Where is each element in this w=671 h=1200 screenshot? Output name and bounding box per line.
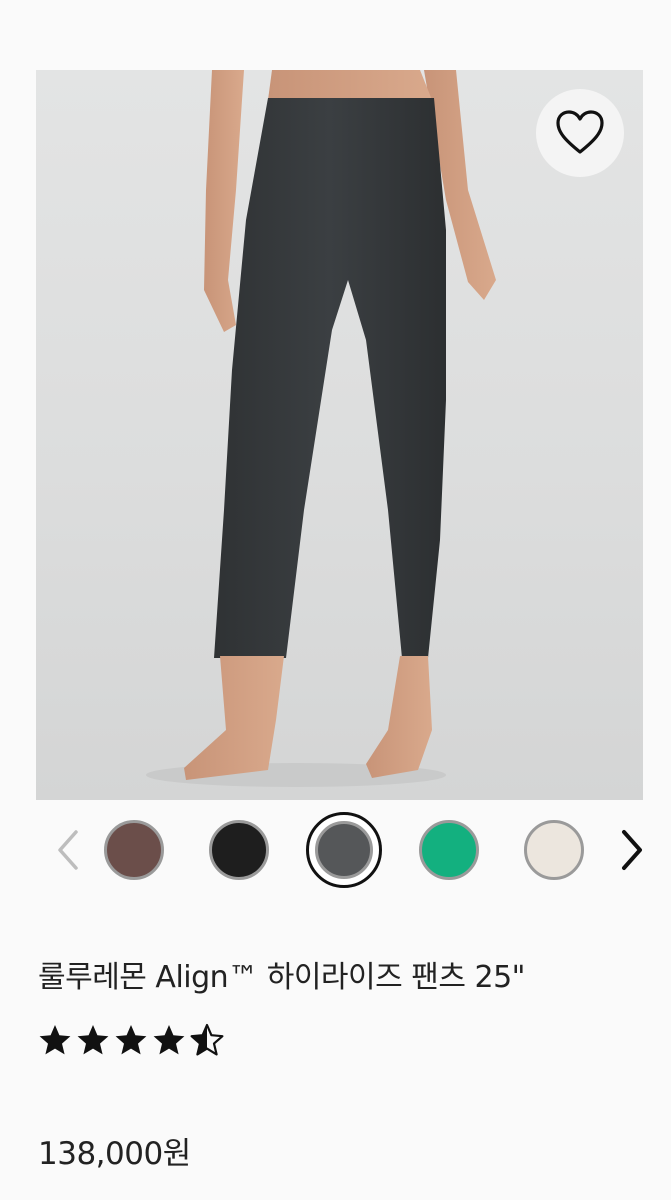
star-icon: [153, 1025, 185, 1055]
color-swatch-black[interactable]: [209, 820, 269, 880]
favorite-button[interactable]: [536, 89, 624, 177]
color-swatch-row: [0, 810, 671, 890]
star-half-icon: [190, 1023, 224, 1056]
star-icon: [39, 1025, 71, 1055]
star-icon: [115, 1025, 147, 1055]
product-price: 138,000원: [38, 1136, 191, 1172]
color-swatch-grey-fill: [315, 821, 373, 879]
chevron-left-icon[interactable]: [50, 828, 86, 872]
color-swatch-brown[interactable]: [104, 820, 164, 880]
color-swatch-green[interactable]: [419, 820, 479, 880]
heart-outline-icon: [556, 110, 604, 154]
product-title: 룰루레몬 Align™ 하이라이즈 팬츠 25": [38, 960, 525, 995]
color-swatch-cream[interactable]: [524, 820, 584, 880]
chevron-right-icon[interactable]: [614, 828, 650, 872]
color-swatch-grey-selected[interactable]: [306, 812, 382, 888]
product-card: 룰루레몬 Align™ 하이라이즈 팬츠 25" 138,000원: [0, 0, 671, 1200]
star-icon: [77, 1025, 109, 1055]
star-rating: [38, 1020, 228, 1060]
product-image[interactable]: [36, 70, 643, 800]
